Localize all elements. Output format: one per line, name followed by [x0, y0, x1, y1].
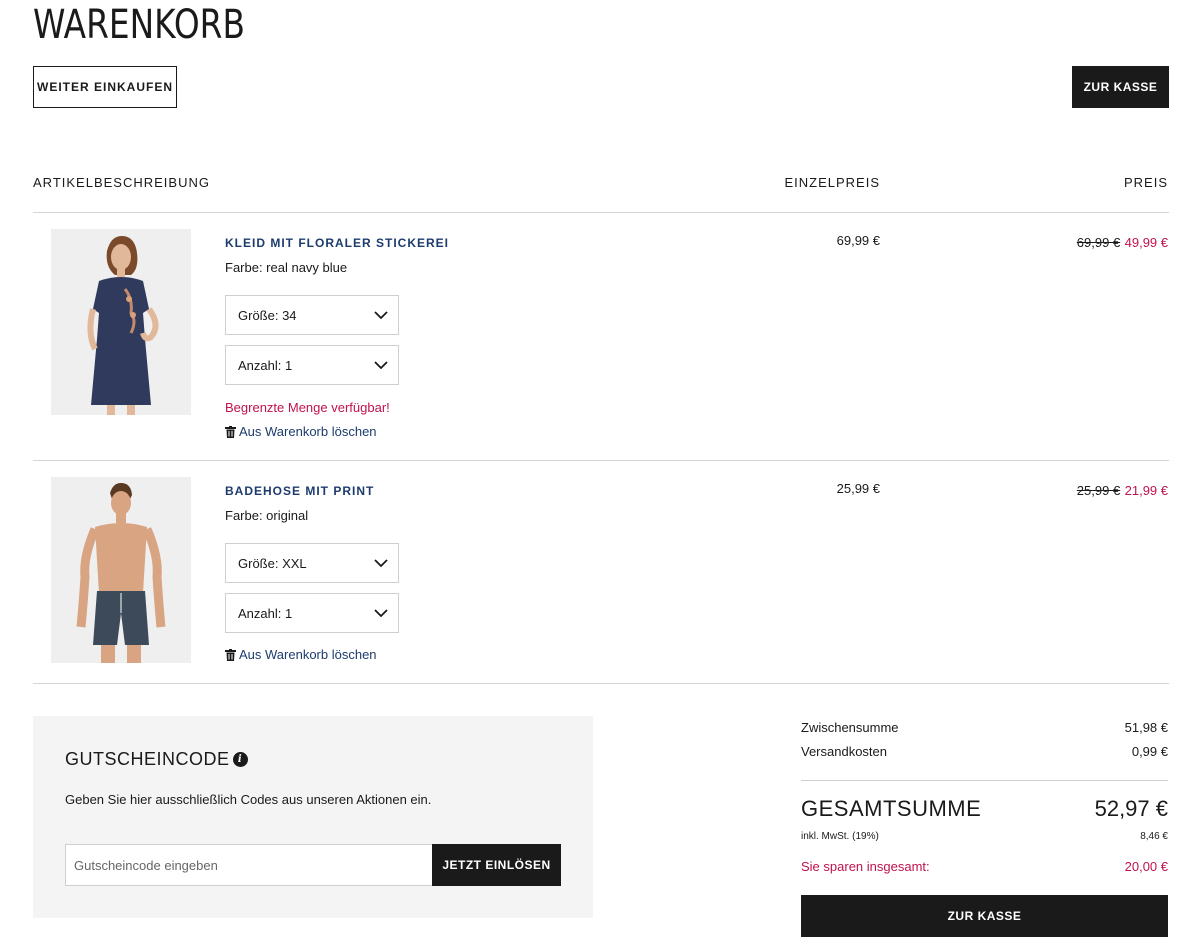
price-cell: 25,99 € 21,99 €	[1000, 482, 1168, 500]
swim-model-illustration	[51, 477, 191, 663]
coupon-description: Geben Sie hier ausschließlich Codes aus …	[65, 792, 432, 807]
page-title: WARENKORB	[33, 2, 245, 48]
quantity-select-value: Anzahl: 1	[238, 605, 293, 621]
redeem-coupon-button[interactable]: JETZT EINLÖSEN	[432, 844, 561, 886]
size-select-value: Größe: XXL	[238, 555, 307, 571]
divider	[33, 212, 1169, 213]
sale-price: 21,99 €	[1124, 483, 1168, 498]
product-color: Farbe: original	[225, 508, 309, 523]
dress-model-illustration	[51, 229, 191, 415]
remove-item-link[interactable]: Aus Warenkorb löschen	[225, 424, 377, 439]
info-icon[interactable]: i	[232, 752, 248, 767]
continue-shopping-button[interactable]: WEITER EINKAUFEN	[33, 66, 177, 108]
product-name[interactable]: BADEHOSE MIT PRINT	[225, 484, 374, 498]
coupon-title-label: GUTSCHEINCODE	[65, 749, 230, 769]
chevron-down-icon	[374, 609, 388, 618]
subtotal-label: Zwischensumme	[801, 720, 899, 735]
product-color: Farbe: real navy blue	[225, 260, 348, 275]
total-label: GESAMTSUMME	[801, 796, 982, 821]
checkout-button-bottom[interactable]: ZUR KASSE	[801, 895, 1168, 937]
vat-value: 8,46 €	[1140, 831, 1168, 842]
product-name[interactable]: KLEID MIT FLORALER STICKEREI	[225, 236, 449, 250]
unit-price: 25,99 €	[836, 481, 880, 496]
column-header-description: ARTIKELBESCHREIBUNG	[33, 175, 210, 190]
size-select[interactable]: Größe: 34	[225, 295, 399, 335]
quantity-select[interactable]: Anzahl: 1	[225, 593, 399, 633]
divider	[33, 460, 1169, 461]
chevron-down-icon	[374, 311, 388, 320]
savings-value: 20,00 €	[1124, 859, 1168, 874]
product-image-swim-shorts[interactable]	[51, 477, 191, 663]
size-select-value: Größe: 34	[238, 307, 297, 323]
size-select[interactable]: Größe: XXL	[225, 543, 399, 583]
remove-item-label: Aus Warenkorb löschen	[239, 424, 377, 439]
summary-divider	[801, 780, 1168, 781]
coupon-code-input[interactable]	[65, 844, 433, 886]
product-image-dress[interactable]	[51, 229, 191, 415]
chevron-down-icon	[374, 361, 388, 370]
stock-warning: Begrenzte Menge verfügbar!	[225, 400, 390, 415]
coupon-panel: GUTSCHEINCODE i Geben Sie hier ausschlie…	[33, 716, 593, 918]
old-price: 25,99 €	[1076, 483, 1121, 498]
chevron-down-icon	[374, 559, 388, 568]
trash-icon	[225, 648, 236, 661]
shipping-label: Versandkosten	[801, 744, 888, 759]
quantity-select-value: Anzahl: 1	[238, 357, 293, 373]
old-price: 69,99 €	[1076, 235, 1121, 250]
checkout-button-top[interactable]: ZUR KASSE	[1072, 66, 1169, 108]
price-cell: 69,99 € 49,99 €	[1000, 234, 1168, 252]
column-header-unit-price: EINZELPREIS	[784, 175, 880, 190]
divider	[33, 683, 1169, 684]
subtotal-value: 51,98 €	[1124, 720, 1168, 735]
shipping-value: 0,99 €	[1131, 744, 1168, 759]
coupon-title: GUTSCHEINCODE i	[65, 749, 248, 770]
vat-label: inkl. MwSt. (19%)	[801, 831, 879, 842]
unit-price: 69,99 €	[836, 233, 880, 248]
remove-item-link[interactable]: Aus Warenkorb löschen	[225, 647, 377, 662]
column-header-price: PREIS	[1123, 175, 1168, 190]
trash-icon	[225, 425, 236, 438]
quantity-select[interactable]: Anzahl: 1	[225, 345, 399, 385]
remove-item-label: Aus Warenkorb löschen	[239, 647, 377, 662]
total-value: 52,97 €	[1094, 796, 1168, 821]
sale-price: 49,99 €	[1124, 235, 1168, 250]
savings-label: Sie sparen insgesamt:	[801, 859, 930, 874]
